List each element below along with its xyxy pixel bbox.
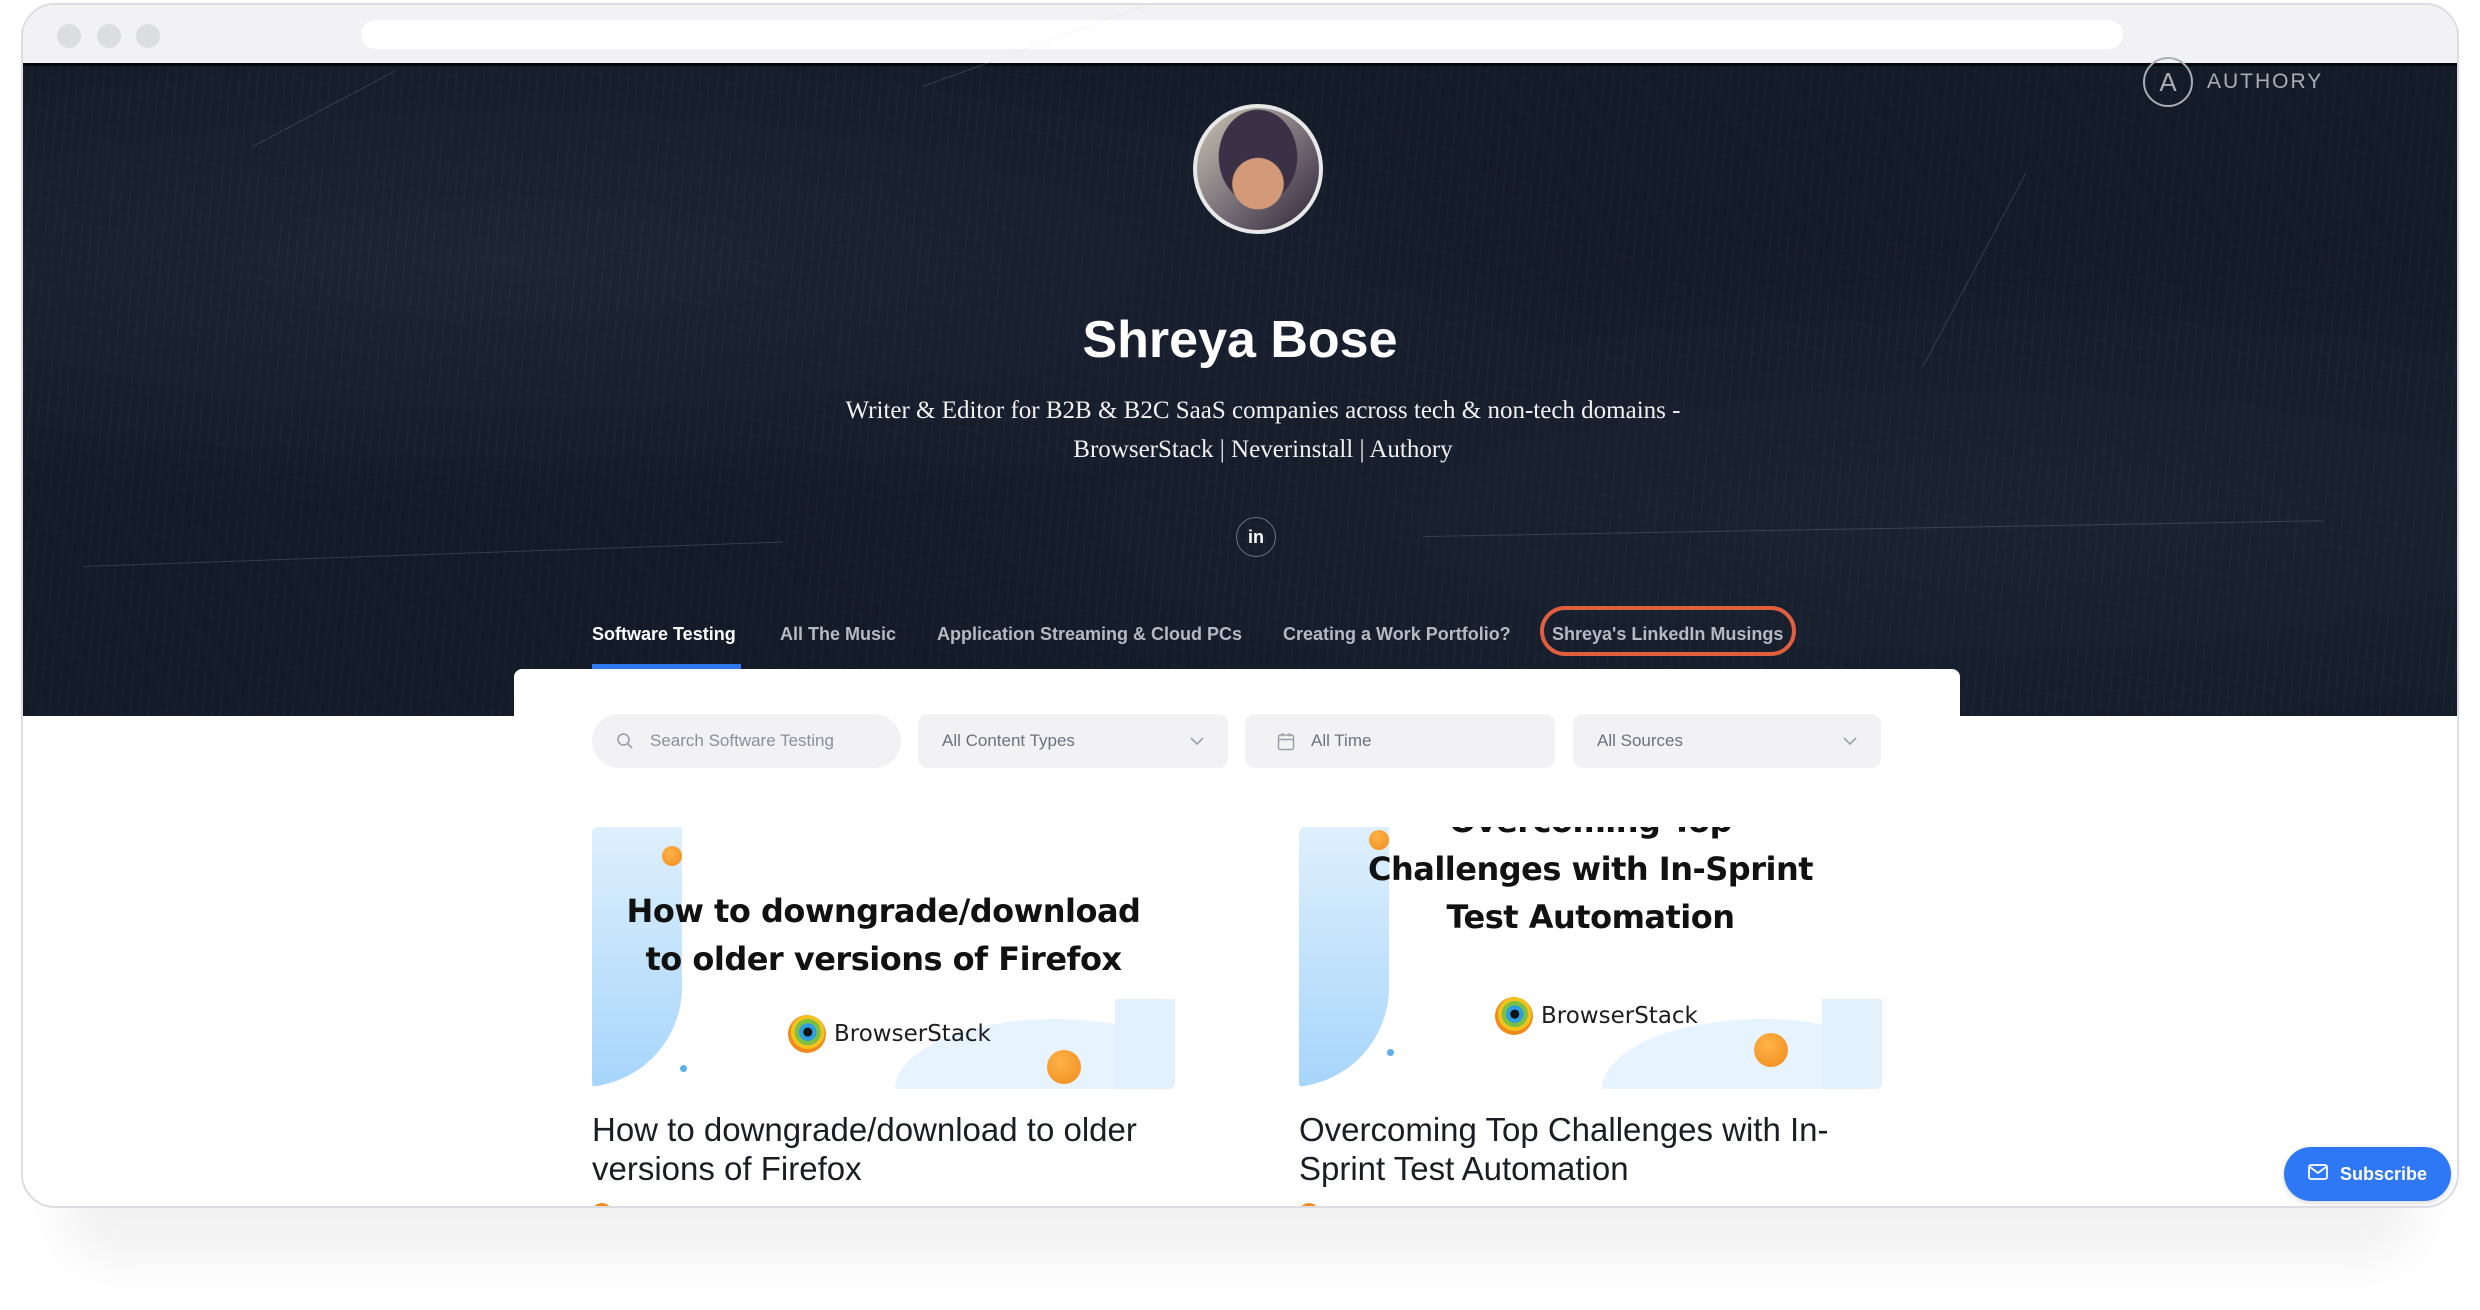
browserstack-logo: BrowserStack: [1495, 997, 1698, 1035]
browserstack-wordmark: BrowserStack: [1541, 1003, 1698, 1029]
content-type-select[interactable]: All Content Types: [918, 714, 1228, 768]
profile-name: Shreya Bose: [1082, 311, 1398, 369]
browserstack-icon: [1495, 997, 1533, 1035]
thumbnail-decoration: [680, 1065, 687, 1072]
authory-brand-link[interactable]: A AUTHORY: [2143, 57, 2323, 107]
thumbnail-title: How to downgrade/download to older versi…: [592, 887, 1175, 983]
mail-icon: [2308, 1163, 2328, 1185]
thumbnail-title-line: to older versions of Firefox: [645, 940, 1122, 978]
authory-logo-letter: A: [2159, 66, 2177, 97]
tab-work-portfolio[interactable]: Creating a Work Portfolio?: [1283, 617, 1511, 651]
thumbnail-title-line: How to downgrade/download: [626, 892, 1141, 930]
browserstack-icon: [788, 1015, 826, 1053]
profile-avatar: [1193, 104, 1323, 234]
browser-window: A AUTHORY Shreya Bose Writer & Editor fo…: [21, 3, 2459, 1208]
search-input[interactable]: Search Software Testing: [592, 714, 901, 768]
browserstack-logo: BrowserStack: [788, 1015, 991, 1053]
tab-all-the-music[interactable]: All The Music: [780, 617, 896, 651]
close-window-button[interactable]: [57, 24, 81, 48]
content-type-value: All Content Types: [942, 731, 1075, 750]
bio-line-1: Writer & Editor for B2B & B2C SaaS compa…: [845, 397, 1681, 424]
bio-line-2: BrowserStack | Neverinstall | Authory: [1073, 436, 1453, 463]
tab-application-streaming[interactable]: Application Streaming & Cloud PCs: [937, 617, 1242, 651]
time-range-value: All Time: [1311, 731, 1372, 750]
source-favicon: [1299, 1203, 1319, 1206]
thumbnail-title: Overcoming Top Challenges with In-Sprint…: [1299, 827, 1882, 941]
thumbnail-decoration: [662, 846, 682, 866]
authory-wordmark: AUTHORY: [2207, 70, 2324, 93]
sources-value: All Sources: [1597, 731, 1683, 750]
tab-highlight-outline: [1540, 606, 1796, 656]
thumbnail-decoration: [1387, 1049, 1394, 1056]
address-bar[interactable]: [361, 20, 2123, 49]
browser-titlebar: [23, 5, 2457, 63]
article-thumbnail[interactable]: How to downgrade/download to older versi…: [592, 827, 1175, 1089]
linkedin-icon[interactable]: in: [1236, 517, 1276, 557]
maximize-window-button[interactable]: [136, 24, 160, 48]
calendar-icon: [1277, 732, 1295, 751]
article-thumbnail[interactable]: Overcoming Top Challenges with In-Sprint…: [1299, 827, 1882, 1089]
thumbnail-decoration: [1822, 999, 1882, 1089]
article-meta: [592, 1203, 982, 1206]
subscribe-label: Subscribe: [2339, 1163, 2428, 1184]
thumbnail-decoration: [1115, 999, 1175, 1089]
sources-select[interactable]: All Sources: [1573, 714, 1881, 768]
profile-bio: Writer & Editor for B2B & B2C SaaS compa…: [663, 391, 1863, 469]
minimize-window-button[interactable]: [97, 24, 121, 48]
browserstack-wordmark: BrowserStack: [834, 1021, 991, 1047]
subscribe-button[interactable]: Subscribe: [2284, 1147, 2451, 1201]
authory-logo-icon: A: [2143, 57, 2193, 107]
search-placeholder: Search Software Testing: [650, 731, 834, 750]
chevron-down-icon: [1843, 731, 1857, 751]
article-title[interactable]: Overcoming Top Challenges with In-Sprint…: [1299, 1110, 1899, 1188]
thumbnail-title-line: Test Automation: [1446, 898, 1735, 936]
linkedin-label: in: [1248, 526, 1264, 547]
thumbnail-decoration: [1754, 1033, 1788, 1067]
chevron-down-icon: [1190, 731, 1204, 751]
search-icon: [616, 732, 634, 750]
collection-tabs: Software Testing All The Music Applicati…: [23, 617, 2457, 657]
thumbnail-title-line: Overcoming Top: [1299, 827, 1882, 845]
time-range-picker[interactable]: All Time: [1245, 714, 1555, 768]
article-meta: [1299, 1203, 1689, 1206]
article-title[interactable]: How to downgrade/download to older versi…: [592, 1110, 1192, 1188]
tab-software-testing[interactable]: Software Testing: [592, 617, 736, 651]
thumbnail-decoration: [1047, 1050, 1081, 1084]
thumbnail-title-line: Challenges with In-Sprint: [1367, 850, 1814, 888]
source-favicon: [592, 1203, 612, 1206]
